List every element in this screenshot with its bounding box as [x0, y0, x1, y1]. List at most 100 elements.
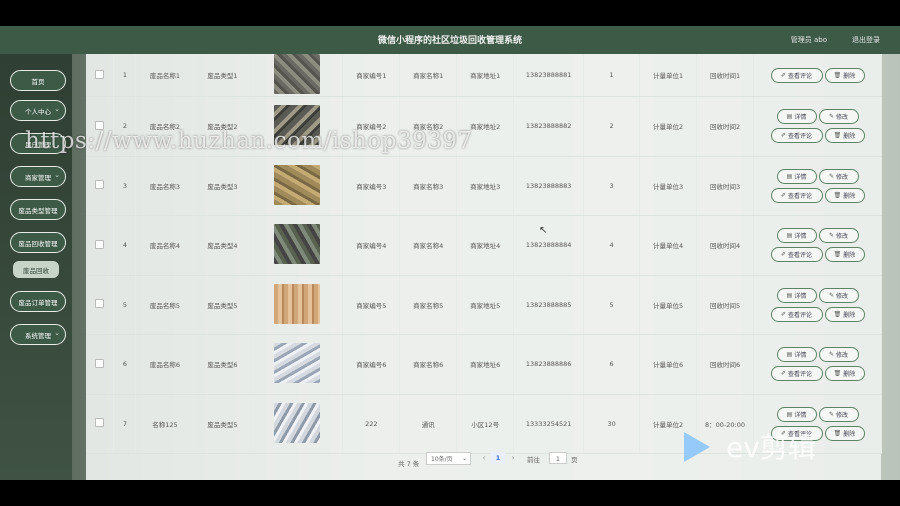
- delete-button[interactable]: 🗑 删除: [824, 306, 865, 322]
- sidebar-item-merchants[interactable]: 商家管理 ⌄: [10, 166, 66, 187]
- row-checkbox-cell: [86, 394, 115, 454]
- cell-address: 小区12号: [456, 394, 515, 454]
- view-comments-button[interactable]: ✐ 查看评论: [770, 425, 823, 441]
- trash-icon: 🗑: [833, 310, 842, 318]
- table-row: 2 废品名称2 废品类型2 商家编号2 商家名称2 商家地址2 13823888882 2 计量…: [86, 96, 882, 157]
- row-checkbox[interactable]: [95, 418, 105, 428]
- review-label: 查看评论: [788, 252, 813, 260]
- cell-index: 3: [113, 156, 137, 216]
- row-checkbox[interactable]: [95, 299, 105, 309]
- edit-button[interactable]: ✎ 修改: [818, 287, 859, 303]
- trash-icon: 🗑: [833, 191, 842, 199]
- row-checkbox[interactable]: [95, 69, 105, 79]
- cell-merchant-name: 商家名称5: [399, 275, 458, 335]
- sidebar-item-waste-recycle[interactable]: 废品回收管理: [10, 232, 66, 253]
- detail-button[interactable]: ▤ 详情: [776, 109, 817, 125]
- delete-button[interactable]: 🗑 删除: [824, 366, 865, 382]
- sidebar-item-system[interactable]: 系统管理 ⌄: [10, 324, 66, 345]
- view-comments-button[interactable]: ✐ 查看评论: [770, 67, 823, 83]
- detail-button[interactable]: ▤ 详情: [776, 287, 817, 303]
- edit-label: 修改: [836, 292, 849, 300]
- sidebar-subitem-recycle[interactable]: 废品回收: [13, 261, 59, 278]
- row-checkbox[interactable]: [95, 120, 105, 130]
- sidebar-item-label: 首页: [31, 77, 45, 86]
- row-checkbox[interactable]: [95, 180, 105, 190]
- cell-phone: 13823888885: [513, 275, 585, 335]
- cell-address: 商家地址4: [456, 215, 515, 276]
- waste-photo: [273, 402, 320, 443]
- review-label: 查看评论: [788, 430, 813, 438]
- chevron-down-icon: ⌄: [54, 105, 60, 113]
- sidebar-item-waste-types[interactable]: 废品类型管理: [10, 199, 66, 220]
- sidebar-item-label: 商家管理: [25, 173, 51, 182]
- detail-icon: ▤: [786, 113, 793, 121]
- cell-time: 回收时间2: [696, 96, 754, 157]
- row-checkbox-cell: [86, 96, 115, 157]
- delete-button[interactable]: 🗑 删除: [824, 425, 865, 441]
- cell-merchant-no: 商家编号3: [342, 156, 401, 216]
- cell-index: 5: [113, 275, 137, 335]
- cell-phone: 13823888884: [513, 215, 585, 276]
- detail-label: 详情: [794, 114, 807, 122]
- table-row: 7 名称125 废品类型5 222 通讯 小区12号 13333254521 30 计量单位2 8…: [86, 394, 882, 454]
- prev-page-icon[interactable]: ‹: [478, 452, 490, 464]
- comment-icon: ✐: [780, 429, 786, 437]
- delete-button[interactable]: 🗑 删除: [824, 187, 865, 203]
- sidebar-item-waste-orders[interactable]: 废品订单管理: [10, 291, 66, 312]
- view-comments-button[interactable]: ✐ 查看评论: [770, 128, 823, 144]
- cell-time: 8：00-20:00: [696, 394, 754, 454]
- next-page-icon[interactable]: ›: [507, 452, 519, 464]
- detail-label: 详情: [794, 411, 807, 419]
- sidebar-item-label: 废品类型管理: [18, 206, 58, 215]
- cell-name: 废品名称5: [135, 275, 195, 335]
- detail-button[interactable]: ▤ 详情: [776, 168, 817, 184]
- view-comments-button[interactable]: ✐ 查看评论: [770, 306, 823, 322]
- view-comments-button[interactable]: ✐ 查看评论: [770, 366, 823, 382]
- delete-button[interactable]: 🗑 删除: [824, 247, 865, 263]
- trash-icon: 🗑: [833, 429, 842, 437]
- edit-button[interactable]: ✎ 修改: [818, 406, 859, 422]
- actions-cell: ▤ 详情 ✎ 修改 ✐ 查看评论 🗑 删除: [753, 275, 882, 335]
- sidebar-item-profile[interactable]: 个人中心 ⌄: [10, 100, 66, 121]
- thumbnail-cell: [250, 334, 344, 395]
- cell-time: 回收时间3: [696, 156, 754, 216]
- page-size-select[interactable]: 10条/页 ⌄: [426, 452, 471, 465]
- table-row: 5 废品名称5 废品类型5 商家编号5 商家名称5 商家地址5 13823888885 5 计量…: [86, 275, 882, 335]
- detail-button[interactable]: ▤ 详情: [776, 406, 817, 422]
- cell-phone: 13823888881: [513, 54, 585, 97]
- cell-name: 废品名称2: [135, 96, 195, 157]
- recycle-table: 1 废品名称1 废品类型1 商家编号1 商家名称1 商家地址1 13823888881 1 计量…: [86, 54, 882, 454]
- view-comments-button[interactable]: ✐ 查看评论: [770, 247, 823, 263]
- delete-button[interactable]: 🗑 删除: [824, 67, 865, 83]
- edit-icon: ✎: [828, 291, 834, 299]
- edit-icon: ✎: [828, 410, 834, 418]
- row-checkbox[interactable]: [95, 358, 105, 368]
- edit-button[interactable]: ✎ 修改: [818, 168, 859, 184]
- waste-photo: [273, 105, 320, 146]
- edit-button[interactable]: ✎ 修改: [818, 347, 859, 363]
- detail-icon: ▤: [786, 351, 793, 359]
- row-checkbox[interactable]: [95, 239, 105, 249]
- delete-label: 删除: [843, 72, 856, 80]
- cell-merchant-name: 商家名称4: [399, 215, 458, 276]
- goto-page-input[interactable]: 1: [549, 452, 567, 464]
- sidebar-item-home[interactable]: 首页: [10, 70, 66, 91]
- current-page[interactable]: 1: [491, 452, 505, 464]
- actions-cell: ✐ 查看评论 🗑 删除: [753, 54, 882, 97]
- view-comments-button[interactable]: ✐ 查看评论: [770, 187, 823, 203]
- review-label: 查看评论: [788, 72, 813, 80]
- detail-label: 详情: [794, 233, 807, 241]
- detail-button[interactable]: ▤ 详情: [776, 228, 817, 244]
- sidebar-item-users[interactable]: 用户管理: [10, 133, 66, 154]
- delete-button[interactable]: 🗑 删除: [824, 128, 865, 144]
- cell-time: 回收时间6: [696, 334, 754, 395]
- detail-icon: ▤: [786, 172, 793, 180]
- detail-button[interactable]: ▤ 详情: [776, 347, 817, 363]
- mouse-cursor-icon: ↖: [539, 225, 548, 236]
- edit-button[interactable]: ✎ 修改: [818, 228, 859, 244]
- edit-button[interactable]: ✎ 修改: [818, 109, 859, 125]
- row-checkbox-cell: [86, 334, 115, 395]
- cell-merchant-no: 商家编号1: [342, 54, 401, 97]
- logout-link[interactable]: 退出登录: [852, 35, 880, 45]
- thumbnail-cell: [250, 96, 344, 157]
